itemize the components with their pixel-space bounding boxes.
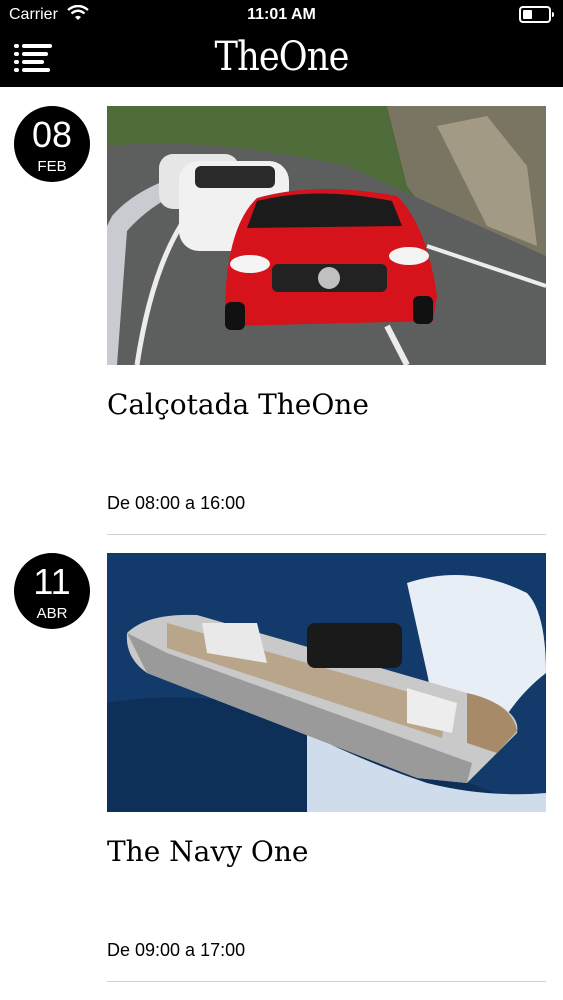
event-photo[interactable]: [107, 553, 546, 812]
top-bar: Carrier 11:01 AM TheOne: [0, 0, 563, 87]
date-day: 08: [31, 114, 73, 155]
date-month: FEB: [37, 158, 67, 175]
status-bar: Carrier 11:01 AM: [0, 0, 563, 30]
event-title[interactable]: The Navy One: [107, 835, 308, 868]
divider: [107, 981, 546, 982]
divider: [107, 534, 546, 535]
brand-logo: TheOne: [214, 34, 349, 80]
date-month: ABR: [36, 605, 68, 622]
event-photo[interactable]: [107, 106, 546, 365]
event-time: De 08:00 a 16:00: [107, 493, 246, 513]
date-badge: 11 ABR: [14, 553, 90, 629]
date-day: 11: [33, 561, 71, 602]
clock: 11:01 AM: [247, 6, 316, 23]
date-badge: 08 FEB: [14, 106, 90, 182]
event-time: De 09:00 a 17:00: [107, 940, 246, 960]
battery-icon: [519, 6, 554, 23]
event-title[interactable]: Calçotada TheOne: [107, 388, 369, 421]
